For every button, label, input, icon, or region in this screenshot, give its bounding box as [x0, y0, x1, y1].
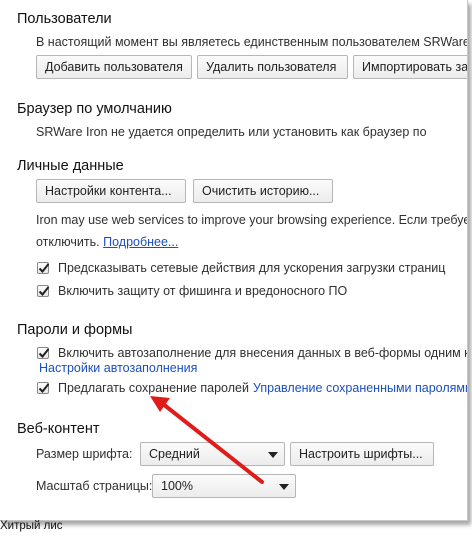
personal-data-section-title: Личные данные: [17, 158, 124, 174]
web-services-text: Iron may use web services to improve you…: [36, 213, 468, 227]
default-browser-section-title: Браузер по умолчанию: [17, 101, 172, 117]
dropdown-arrow-icon: [279, 484, 289, 490]
users-section-title: Пользователи: [17, 11, 112, 27]
passwords-forms-section-title: Пароли и формы: [17, 322, 133, 338]
checkmark-icon: [38, 263, 50, 273]
disable-text-row: отключить. Подробнее...: [36, 235, 178, 249]
font-size-value: Средний: [149, 447, 200, 461]
font-size-select[interactable]: Средний: [140, 442, 285, 466]
more-link[interactable]: Подробнее...: [103, 235, 178, 249]
web-content-section-title: Веб-контент: [17, 421, 100, 437]
add-user-button[interactable]: Добавить пользователя: [36, 55, 192, 79]
delete-user-button[interactable]: Удалить пользователя: [197, 55, 348, 79]
save-passwords-checkbox[interactable]: [37, 382, 50, 394]
disable-text: отключить.: [36, 235, 100, 249]
autofill-label: Включить автозаполнение для внесения дан…: [58, 346, 468, 360]
checkmark-icon: [38, 286, 50, 296]
users-description: В настоящий момент вы являетесь единстве…: [36, 35, 468, 49]
save-passwords-label: Предлагать сохранение паролей: [58, 381, 249, 395]
page-zoom-select[interactable]: 100%: [152, 474, 296, 498]
page-zoom-label: Масштаб страницы:: [36, 479, 153, 493]
clear-history-button[interactable]: Очистить историю...: [193, 179, 333, 203]
watermark-text: Хитрый лис: [0, 520, 63, 532]
settings-panel: Пользователи В настоящий момент вы являе…: [0, 0, 468, 521]
phishing-checkbox[interactable]: [37, 285, 50, 297]
checkmark-icon: [38, 348, 50, 358]
content-settings-button[interactable]: Настройки контента...: [36, 179, 186, 203]
checkmark-icon: [38, 383, 50, 393]
customize-fonts-button[interactable]: Настроить шрифты...: [290, 442, 434, 466]
default-browser-description: SRWare Iron не удается определить или ус…: [36, 125, 427, 139]
predict-checkbox[interactable]: [37, 262, 50, 274]
page-zoom-value: 100%: [161, 479, 193, 493]
autofill-checkbox[interactable]: [37, 347, 50, 359]
autofill-settings-link[interactable]: Настройки автозаполнения: [39, 361, 197, 375]
import-button[interactable]: Импортировать за: [353, 55, 467, 79]
phishing-label: Включить защиту от фишинга и вредоносног…: [58, 284, 348, 298]
predict-label: Предсказывать сетевые действия для ускор…: [58, 261, 446, 275]
dropdown-arrow-icon: [268, 452, 278, 458]
manage-passwords-link[interactable]: Управление сохраненными паролями: [253, 381, 467, 395]
font-size-label: Размер шрифта:: [36, 447, 133, 461]
